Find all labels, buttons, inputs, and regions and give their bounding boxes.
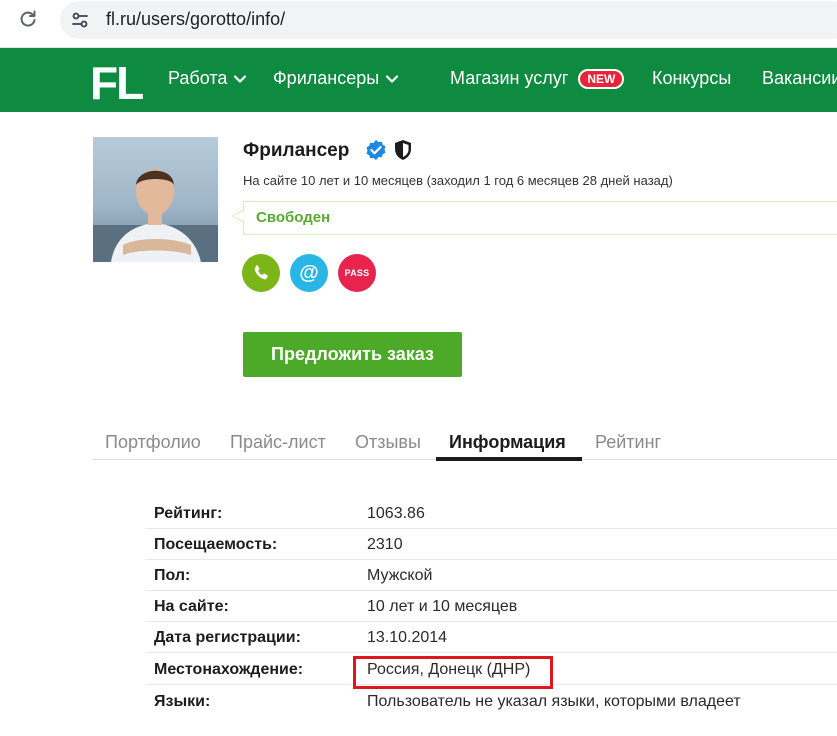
- email-icon: @: [299, 261, 319, 284]
- table-row: Посещаемость: 2310: [146, 529, 837, 560]
- browser-toolbar: fl.ru/users/gorotto/info/: [0, 0, 837, 40]
- profile-tabs: Портфолио Прайс-лист Отзывы Информация Р…: [93, 428, 837, 460]
- info-value: Пользователь не указал языки, которыми в…: [367, 693, 741, 710]
- status-badge: Свободен: [256, 209, 331, 226]
- info-label: Местонахождение:: [154, 661, 304, 678]
- new-badge: NEW: [578, 68, 625, 89]
- pass-contact-button[interactable]: PASS: [338, 254, 376, 292]
- info-label: Посещаемость:: [154, 536, 278, 553]
- active-tab-indicator: [436, 457, 582, 461]
- info-value: 1063.86: [367, 505, 425, 522]
- table-row: Языки: Пользователь не указал языки, кот…: [146, 686, 837, 717]
- chevron-down-icon: [234, 74, 247, 83]
- browser-divider: [0, 40, 837, 48]
- nav-item-vacancies[interactable]: Вакансии: [762, 68, 837, 89]
- tab-portfolio[interactable]: Портфолио: [105, 432, 201, 453]
- site-header: FL Работа Фрилансеры Магазин услуг NEW К…: [0, 48, 837, 112]
- info-label: На сайте:: [154, 598, 229, 615]
- nav-item-label: Вакансии: [762, 68, 837, 88]
- info-label: Дата регистрации:: [154, 629, 301, 646]
- profile-name: Фрилансер: [243, 140, 350, 161]
- fl-logo[interactable]: FL: [90, 56, 144, 110]
- info-value: Мужской: [367, 567, 433, 584]
- nav-item-services-shop[interactable]: Магазин услуг NEW: [450, 68, 625, 89]
- nav-item-work[interactable]: Работа: [168, 68, 247, 89]
- phone-contact-button[interactable]: [242, 254, 280, 292]
- table-row: Рейтинг: 1063.86: [146, 498, 837, 529]
- info-value: 2310: [367, 536, 403, 553]
- nav-item-label: Конкурсы: [652, 68, 732, 88]
- tab-rating[interactable]: Рейтинг: [595, 432, 661, 453]
- profile-since: На сайте 10 лет и 10 месяцев (заходил 1 …: [243, 173, 673, 188]
- avatar: [93, 137, 218, 262]
- location-highlight: [353, 656, 553, 689]
- pass-icon: PASS: [344, 268, 370, 278]
- table-row: Дата регистрации: 13.10.2014: [146, 622, 837, 653]
- phone-icon: [254, 265, 268, 280]
- nav-item-contests[interactable]: Конкурсы: [652, 68, 731, 89]
- tab-price-list[interactable]: Прайс-лист: [230, 432, 326, 453]
- site-settings-icon[interactable]: [70, 10, 90, 30]
- tab-reviews[interactable]: Отзывы: [355, 432, 421, 453]
- shield-icon: [395, 140, 411, 160]
- reload-icon[interactable]: [18, 9, 38, 29]
- nav-item-freelancers[interactable]: Фрилансеры: [273, 68, 399, 89]
- nav-item-label: Магазин услуг: [450, 68, 569, 88]
- nav-item-label: Работа: [168, 68, 228, 88]
- offer-order-button[interactable]: Предложить заказ: [243, 332, 462, 377]
- info-label: Рейтинг:: [154, 505, 223, 522]
- info-value: 13.10.2014: [367, 629, 448, 646]
- table-row: Пол: Мужской: [146, 560, 837, 591]
- url-text[interactable]: fl.ru/users/gorotto/info/: [106, 9, 285, 30]
- status-tip-inner: [233, 211, 244, 221]
- verified-icon: [366, 140, 386, 160]
- status-box: [243, 201, 837, 235]
- info-label: Пол:: [154, 567, 191, 584]
- nav-item-label: Фрилансеры: [273, 68, 380, 88]
- tab-information[interactable]: Информация: [449, 432, 566, 453]
- email-contact-button[interactable]: @: [290, 254, 328, 292]
- info-label: Языки:: [154, 693, 211, 710]
- table-row: На сайте: 10 лет и 10 месяцев: [146, 591, 837, 622]
- info-value: 10 лет и 10 месяцев: [367, 598, 518, 615]
- chevron-down-icon: [386, 74, 399, 83]
